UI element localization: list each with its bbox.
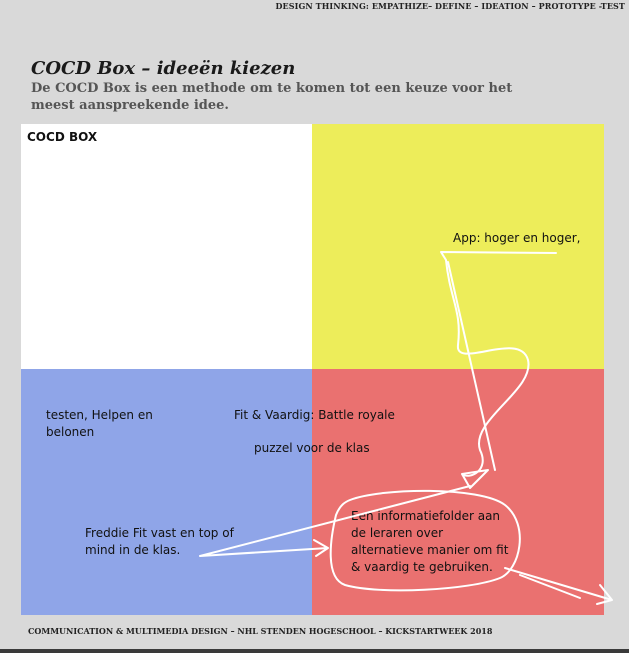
note-informatiefolder: Een informatiefolder aan de leraren over…	[351, 509, 509, 574]
note-fit-vaardig: Fit & Vaardig: Battle royale	[234, 408, 395, 422]
page-footer: COMMUNICATION & MULTIMEDIA DESIGN – NHL …	[28, 626, 493, 636]
bottom-bar	[0, 649, 629, 653]
cocd-box-label: COCD BOX	[27, 130, 98, 144]
note-freddie-fit: Freddie Fit vast en top of mind in de kl…	[85, 526, 234, 557]
quadrant-bottom-left	[21, 369, 312, 615]
note-app: App: hoger en hoger,	[453, 231, 581, 245]
running-header: DESIGN THINKING: EMPATHIZE– DEFINE – IDE…	[275, 1, 625, 11]
note-puzzel: puzzel voor de klas	[254, 441, 370, 455]
page-subtitle: De COCD Box is een methode om te komen t…	[31, 81, 513, 113]
quadrant-bottom-right	[312, 369, 604, 615]
quadrant-top-left	[21, 124, 312, 369]
page-title: COCD Box – ideeën kiezen	[31, 58, 296, 79]
note-testen: testen, Helpen en belonen	[46, 408, 153, 439]
